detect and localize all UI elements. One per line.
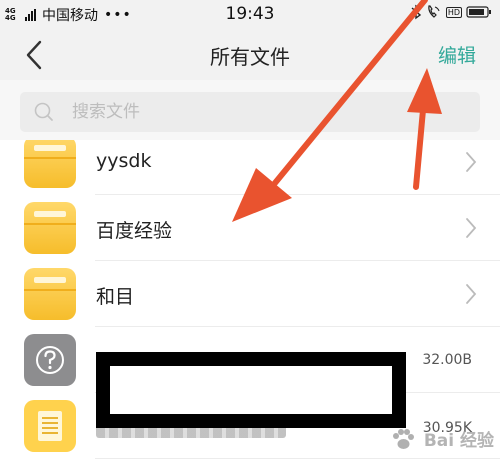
page-title: 所有文件	[210, 45, 290, 69]
folder-icon	[24, 140, 76, 188]
chevron-right-icon	[466, 152, 477, 172]
watermark: Bai 经验	[423, 431, 494, 451]
document-icon	[24, 400, 76, 452]
bluetooth-icon	[411, 4, 421, 20]
file-name: 和目	[96, 286, 135, 308]
file-row-folder[interactable]: 和目	[0, 261, 500, 327]
back-button[interactable]	[20, 38, 50, 72]
search-bar[interactable]	[20, 92, 480, 132]
search-icon	[34, 102, 53, 121]
folder-icon	[24, 202, 76, 254]
hd-badge: HD	[445, 6, 462, 18]
file-size: 32.00B	[422, 352, 472, 368]
unknown-file-icon	[24, 334, 76, 386]
folder-icon	[24, 268, 76, 320]
file-name: yysdk	[96, 150, 152, 172]
file-row-folder[interactable]: yysdk	[0, 140, 500, 195]
screen: 4G 4G 中国移动 ••• 19:43 HD 所有文件 编辑 搜索文件 yys…	[0, 0, 500, 459]
battery-icon	[466, 6, 491, 18]
file-name: 百度经验	[96, 220, 173, 242]
redaction-box	[96, 352, 406, 428]
file-row-folder[interactable]: 百度经验	[0, 195, 500, 261]
chevron-left-icon	[26, 40, 42, 70]
chevron-right-icon	[466, 218, 477, 238]
question-mark-icon	[36, 346, 64, 374]
edit-button[interactable]: 编辑	[438, 41, 476, 68]
phone-call-icon	[428, 5, 440, 18]
status-bar: 4G 4G 中国移动 ••• 19:43 HD	[0, 0, 500, 28]
status-right: HD	[410, 4, 492, 20]
search-input[interactable]	[72, 98, 462, 126]
header: 所有文件 编辑	[0, 28, 500, 80]
paw-watermark-icon	[393, 429, 414, 449]
chevron-right-icon	[466, 284, 477, 304]
